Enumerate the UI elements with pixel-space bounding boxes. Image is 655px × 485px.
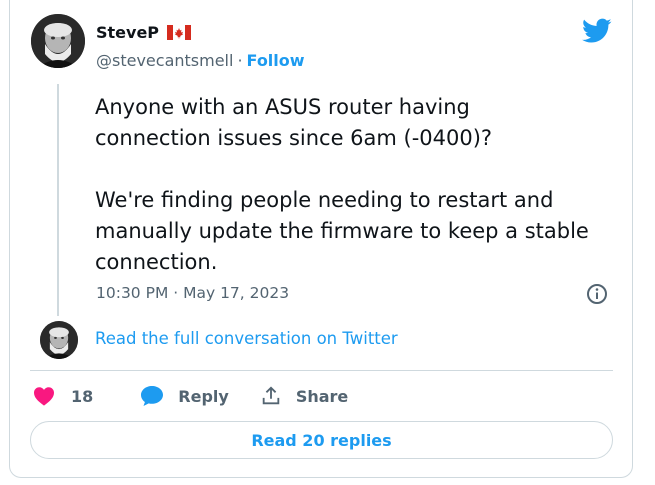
follow-button[interactable]: Follow: [247, 51, 305, 70]
author-handle[interactable]: @stevecantsmell: [96, 51, 233, 70]
share-label: Share: [295, 386, 349, 406]
author-avatar[interactable]: [31, 14, 85, 68]
conversation-avatar[interactable]: [40, 321, 78, 359]
tweet-actions: 18 Reply Share: [33, 383, 348, 409]
read-replies-button[interactable]: Read 20 replies: [30, 421, 613, 459]
like-count: 18: [71, 386, 94, 406]
share-upload-icon: [262, 386, 280, 405]
info-icon[interactable]: [585, 282, 609, 306]
share-button[interactable]: Share: [260, 385, 348, 407]
reply-button[interactable]: Reply: [140, 385, 229, 407]
thread-line: [57, 84, 59, 316]
reply-label: Reply: [178, 386, 229, 406]
separator-dot: ·: [237, 51, 243, 70]
heart-icon: [34, 387, 54, 406]
like-button[interactable]: 18: [33, 386, 93, 406]
twitter-bird-icon[interactable]: [582, 18, 612, 44]
read-replies-label: Read 20 replies: [251, 430, 392, 450]
reply-bubble-icon: [141, 386, 164, 406]
tweet-timestamp[interactable]: 10:30 PM · May 17, 2023: [96, 284, 289, 302]
author-handle-row: @stevecantsmell · Follow: [96, 51, 305, 70]
author-name-row[interactable]: SteveP: [96, 22, 192, 42]
tweet-text: Anyone with an ASUS router having connec…: [95, 95, 589, 274]
canada-flag-icon: [167, 24, 192, 40]
author-display-name[interactable]: SteveP: [96, 23, 159, 42]
read-full-conversation-link[interactable]: Read the full conversation on Twitter: [95, 329, 398, 348]
actions-divider: [30, 370, 613, 371]
